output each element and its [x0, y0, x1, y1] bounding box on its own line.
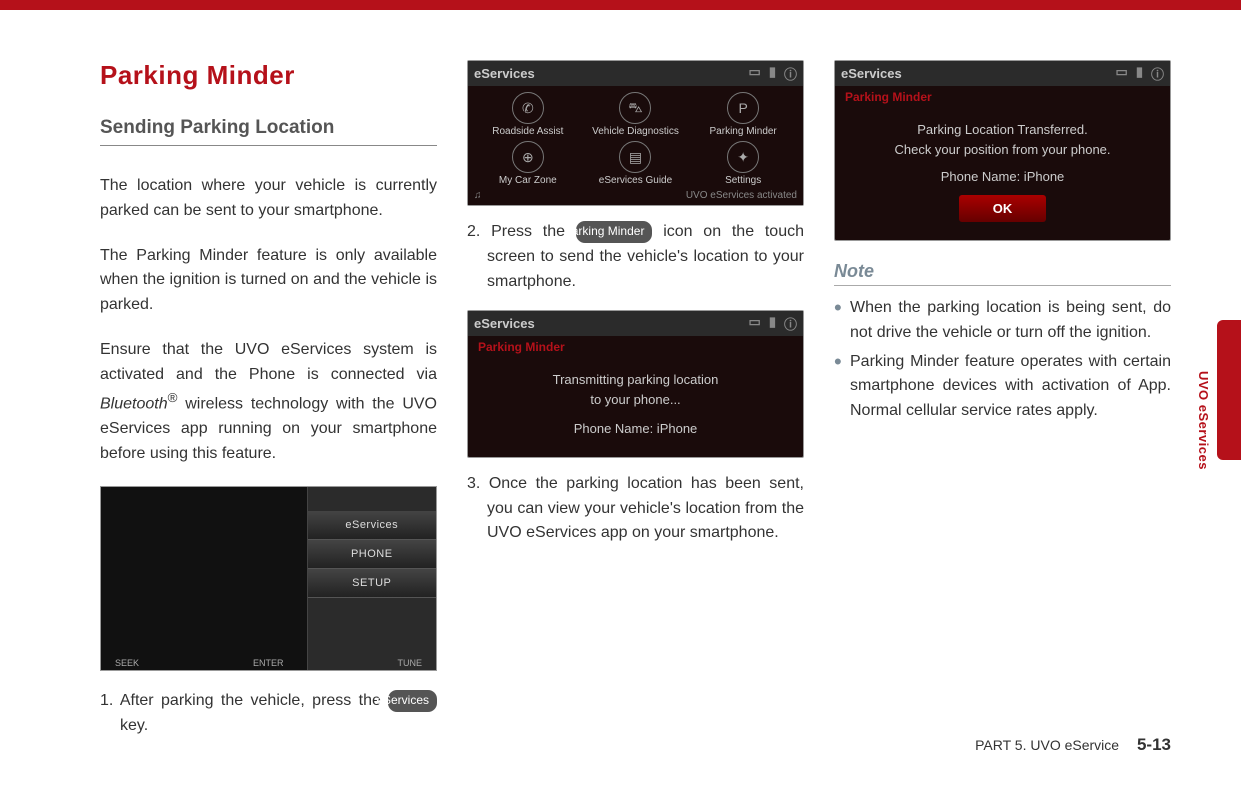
note-1: When the parking location is being sent,…	[834, 296, 1171, 346]
menu-label-2: Parking Minder	[710, 126, 777, 137]
confirm-line2: Check your position from your phone.	[845, 140, 1160, 160]
menu-label-4: eServices Guide	[599, 175, 672, 186]
note-list: When the parking location is being sent,…	[834, 296, 1171, 424]
info-icon: ⓘ	[1151, 64, 1164, 83]
confirm-phone: Phone Name: iPhone	[845, 167, 1160, 187]
status-icons: ▭ ▮ ⓘ	[749, 64, 797, 83]
menu-footer-text: UVO eServices activated	[686, 190, 797, 201]
feature-heading: Parking Minder	[100, 60, 437, 91]
note-2: Parking Minder feature operates with cer…	[834, 350, 1171, 424]
menu-diagnostics: ⛍ Vehicle Diagnostics	[584, 92, 688, 137]
intro-paragraph-3: Ensure that the UVO eServices system is …	[100, 338, 437, 466]
step-1: 1. After parking the vehicle, press the …	[100, 689, 437, 739]
menu-parking-minder: P Parking Minder	[691, 92, 795, 137]
hu-enter: ENTER	[253, 658, 284, 668]
ok-button: OK	[959, 195, 1047, 223]
steps-col2a: 2. Press the Parking Minder icon on the …	[467, 220, 804, 294]
menu-header: eServices ▭ ▮ ⓘ	[468, 61, 803, 86]
parking-minder-pill: Parking Minder	[576, 221, 653, 243]
confirm-line1: Parking Location Transferred.	[845, 120, 1160, 140]
column-1: Parking Minder Sending Parking Location …	[100, 60, 437, 755]
confirm-screenshot: eServices ▭ ▮ ⓘ Parking Minder Parking L…	[834, 60, 1171, 241]
column-3: eServices ▭ ▮ ⓘ Parking Minder Parking L…	[834, 60, 1171, 755]
transmitting-screenshot: eServices ▭ ▮ ⓘ Parking Minder Transmitt…	[467, 310, 804, 458]
head-unit-screen	[101, 487, 308, 670]
signal-icon: ▭	[1116, 64, 1128, 83]
bluetooth-word: Bluetooth	[100, 395, 168, 412]
gear-icon: ✦	[727, 141, 759, 173]
step1-pre: 1. After parking the vehicle, press the	[100, 692, 388, 709]
hu-seek: SEEK	[115, 658, 139, 668]
section-heading: Sending Parking Location	[100, 117, 437, 146]
menu-mycarzone: ⊕ My Car Zone	[476, 141, 580, 186]
zone-icon: ⊕	[512, 141, 544, 173]
status-icons-3: ▭ ▮ ⓘ	[1116, 64, 1164, 83]
phone-icon: ✆	[512, 92, 544, 124]
menu-roadside: ✆ Roadside Assist	[476, 92, 580, 137]
menu-settings: ✦ Settings	[691, 141, 795, 186]
transmit-body: Transmitting parking location to your ph…	[468, 358, 803, 457]
menu-label-3: My Car Zone	[499, 175, 557, 186]
status-icons-2: ▭ ▮ ⓘ	[749, 314, 797, 333]
signal-icon: ▭	[749, 314, 761, 333]
hu-tune: TUNE	[398, 658, 423, 668]
confirm-body: Parking Location Transferred. Check your…	[835, 108, 1170, 240]
menu-label-1: Vehicle Diagnostics	[592, 126, 679, 137]
bars-icon: ▮	[1136, 64, 1143, 83]
transmit-sub: Parking Minder	[468, 336, 803, 358]
transmit-line2: to your phone...	[478, 390, 793, 410]
signal-icon: ▭	[749, 64, 761, 83]
steps-col2b: 3. Once the parking location has been se…	[467, 472, 804, 546]
column-2: eServices ▭ ▮ ⓘ ✆ Roadside Assist ⛍ Vehicl…	[467, 60, 804, 755]
head-unit-bottom-row: SEEK ENTER TUNE	[101, 658, 436, 668]
menu-guide: ▤ eServices Guide	[584, 141, 688, 186]
eservices-pill: eServices	[388, 690, 437, 712]
menu-footer: ♫ UVO eServices activated	[468, 188, 803, 205]
step1-post: key.	[120, 717, 148, 734]
car-icon: ⛍	[619, 92, 651, 124]
page-content: Parking Minder Sending Parking Location …	[0, 10, 1241, 785]
head-unit-buttons: eServices PHONE SETUP	[308, 487, 436, 670]
footer-part: PART 5. UVO eService	[975, 737, 1119, 753]
menu-label-5: Settings	[725, 175, 761, 186]
step2-pre: 2. Press the	[467, 223, 576, 240]
page-footer: PART 5. UVO eService 5-13	[975, 735, 1171, 755]
intro-paragraph-1: The location where your vehicle is curre…	[100, 174, 437, 224]
info-icon: ⓘ	[784, 64, 797, 83]
parking-icon: P	[727, 92, 759, 124]
steps-col1: 1. After parking the vehicle, press the …	[100, 689, 437, 739]
transmit-title: eServices	[474, 316, 535, 331]
menu-icon-grid: ✆ Roadside Assist ⛍ Vehicle Diagnostics PP…	[468, 86, 803, 188]
guide-icon: ▤	[619, 141, 651, 173]
side-section-label: UVO eServices	[1196, 371, 1211, 470]
menu-label-0: Roadside Assist	[492, 126, 563, 137]
transmit-header: eServices ▭ ▮ ⓘ	[468, 311, 803, 336]
confirm-sub: Parking Minder	[835, 86, 1170, 108]
hu-btn-phone: PHONE	[308, 540, 436, 569]
info-icon: ⓘ	[784, 314, 797, 333]
transmit-line1: Transmitting parking location	[478, 370, 793, 390]
head-unit-screenshot: eServices PHONE SETUP SEEK ENTER TUNE	[100, 486, 437, 671]
confirm-header: eServices ▭ ▮ ⓘ	[835, 61, 1170, 86]
side-section-tab	[1217, 320, 1241, 460]
intro-paragraph-2: The Parking Minder feature is only avail…	[100, 244, 437, 318]
step-3: 3. Once the parking location has been se…	[467, 472, 804, 546]
step-2: 2. Press the Parking Minder icon on the …	[467, 220, 804, 294]
p3-pre: Ensure that the UVO eServices system is …	[100, 341, 437, 383]
hu-btn-eservices: eServices	[308, 511, 436, 540]
note-heading: Note	[834, 261, 1171, 286]
registered-mark: ®	[168, 390, 178, 405]
bars-icon: ▮	[769, 314, 776, 333]
confirm-title: eServices	[841, 66, 902, 81]
footer-page-number: 5-13	[1137, 735, 1171, 754]
eservices-menu-screenshot: eServices ▭ ▮ ⓘ ✆ Roadside Assist ⛍ Vehicl…	[467, 60, 804, 206]
menu-title: eServices	[474, 66, 535, 81]
hu-btn-setup: SETUP	[308, 569, 436, 598]
bars-icon: ▮	[769, 64, 776, 83]
top-red-bar	[0, 0, 1241, 10]
music-icon: ♫	[474, 190, 482, 201]
transmit-phone: Phone Name: iPhone	[478, 419, 793, 439]
